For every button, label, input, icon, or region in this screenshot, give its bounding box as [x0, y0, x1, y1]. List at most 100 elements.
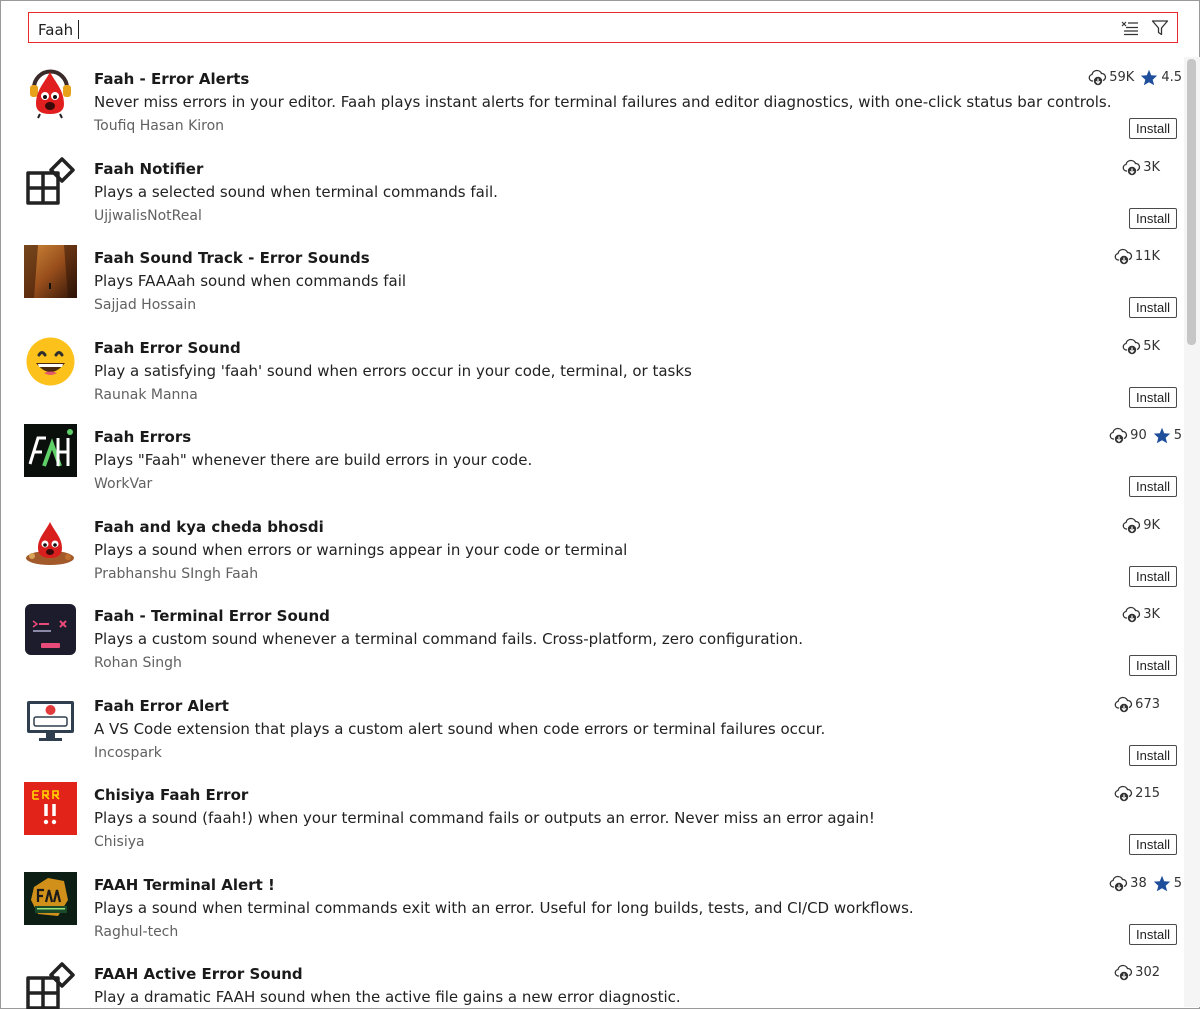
rating: 4.5: [1140, 69, 1182, 86]
extension-publisher[interactable]: Toufiq Hasan Kiron: [94, 118, 224, 134]
extension-description: Plays a selected sound when terminal com…: [94, 182, 498, 201]
install-button[interactable]: Install: [1129, 565, 1177, 587]
cloud-download-icon: [1114, 964, 1133, 981]
cloud-download-icon: [1122, 159, 1141, 175]
filter-icon[interactable]: [1150, 18, 1170, 38]
install-button[interactable]: Install: [1129, 834, 1177, 855]
extension-item[interactable]: Faah - Terminal Error Sound Plays a custo…: [0, 592, 1182, 682]
download-count-value: 3K: [1143, 159, 1160, 175]
extension-name: Faah and kya cheda bhosdi: [94, 517, 324, 536]
extension-description: Plays a sound when errors or warnings ap…: [94, 540, 628, 559]
extension-item[interactable]: Faah Error Sound Play a satisfying 'faah'…: [0, 324, 1182, 414]
extension-item[interactable]: Faah Notifier Plays a selected sound when…: [0, 145, 1182, 235]
download-count: 11K: [1114, 248, 1160, 265]
search-tools: [1120, 18, 1170, 38]
extension-item[interactable]: Chisiya Faah Error Plays a sound (faah!) …: [0, 771, 1182, 861]
error-monitor-icon: [24, 693, 77, 746]
extension-stats: 215: [1114, 785, 1160, 802]
install-button[interactable]: Install: [1129, 655, 1177, 676]
download-count: 59K: [1088, 69, 1134, 86]
install-button[interactable]: Install: [1129, 386, 1177, 408]
extension-stats: 11K: [1114, 248, 1160, 265]
download-count: 3K: [1122, 606, 1160, 623]
extension-description: Plays "Faah" whenever there are build er…: [94, 451, 533, 469]
cloud-download-icon: [1109, 875, 1128, 891]
download-count-value: 9K: [1143, 517, 1160, 533]
extension-list: Faah - Error Alerts Never miss errors in …: [0, 55, 1182, 1009]
extension-name: Faah Notifier: [94, 159, 204, 178]
extension-publisher[interactable]: Chisiya: [94, 834, 145, 850]
extension-name: Faah Error Sound: [94, 338, 241, 357]
extension-description: Never miss errors in your editor. Faah p…: [94, 93, 1112, 111]
extension-item[interactable]: Faah and kya cheda bhosdi Plays a sound w…: [0, 503, 1182, 593]
extension-name: Faah - Error Alerts: [94, 70, 250, 88]
extension-publisher[interactable]: Raunak Manna: [94, 387, 198, 403]
red-mascot-headphones-icon: [24, 66, 77, 119]
extension-name: Faah Sound Track - Error Sounds: [94, 249, 370, 267]
rating-value: 5: [1173, 428, 1182, 443]
install-button[interactable]: Install: [1129, 923, 1177, 945]
download-count-value: 215: [1135, 786, 1160, 801]
rating-value: 5: [1173, 875, 1182, 891]
extension-publisher[interactable]: Sajjad Hossain: [94, 297, 196, 313]
red-mascot-icon: [24, 514, 77, 567]
extension-publisher[interactable]: Prabhanshu SIngh Faah: [94, 566, 258, 582]
cloud-download-icon: [1122, 606, 1141, 623]
extension-stats: 59K 4.5: [1088, 69, 1182, 86]
download-count: 3K: [1122, 159, 1160, 176]
cloud-download-icon: [1122, 517, 1141, 533]
download-count-value: 90: [1130, 428, 1147, 443]
extension-name: Faah Errors: [94, 428, 192, 446]
extension-stats: 9K: [1122, 517, 1160, 534]
download-count: 90: [1109, 427, 1147, 444]
download-count-value: 3K: [1143, 607, 1160, 622]
extension-item[interactable]: FAAH Active Error Sound Play a dramatic F…: [0, 950, 1182, 1009]
sunset-canyon-icon: [24, 245, 77, 298]
install-button[interactable]: Install: [1129, 297, 1177, 318]
extension-publisher[interactable]: Rohan Singh: [94, 655, 182, 671]
download-count-value: 38: [1130, 875, 1147, 891]
install-button[interactable]: Install: [1129, 744, 1177, 766]
terminal-icon: [24, 603, 77, 656]
extension-publisher[interactable]: UjjwalisNotReal: [94, 208, 202, 224]
extension-item[interactable]: FAAH Terminal Alert ! Plays a sound when …: [0, 861, 1182, 951]
extension-item[interactable]: Faah Errors Plays "Faah" whenever there a…: [0, 413, 1182, 503]
star-icon: [1153, 427, 1170, 444]
install-button[interactable]: Install: [1129, 476, 1177, 497]
extension-stats: 3K: [1122, 606, 1160, 623]
extension-publisher[interactable]: Incospark: [94, 745, 162, 761]
rating: 5: [1153, 875, 1182, 892]
rating: 5: [1153, 427, 1182, 444]
download-count-value: 5K: [1143, 338, 1160, 354]
download-count: 38: [1109, 875, 1147, 892]
cloud-download-icon: [1109, 427, 1128, 444]
extension-publisher[interactable]: WorkVar: [94, 476, 152, 492]
extension-stats: 5K: [1122, 338, 1160, 355]
install-button[interactable]: Install: [1129, 118, 1177, 139]
text-caret: [78, 20, 80, 39]
extension-stats: 3K: [1122, 159, 1160, 176]
download-count-value: 302: [1135, 965, 1160, 980]
extension-description: Plays FAAAah sound when commands fail: [94, 272, 407, 290]
download-count: 5K: [1122, 338, 1160, 355]
search-input[interactable]: Faah: [38, 20, 80, 39]
extension-name: Chisiya Faah Error: [94, 786, 249, 804]
install-button[interactable]: Install: [1129, 207, 1177, 229]
clear-filter-icon[interactable]: [1120, 18, 1140, 38]
extension-description: Plays a sound (faah!) when your terminal…: [94, 809, 875, 827]
extension-item[interactable]: Faah - Error Alerts Never miss errors in …: [0, 55, 1182, 145]
extension-stats: 38 5: [1109, 875, 1182, 892]
extension-publisher[interactable]: Raghul-tech: [94, 924, 178, 940]
cloud-download-icon: [1114, 696, 1133, 712]
extension-item[interactable]: Faah Error Alert A VS Code extension that…: [0, 682, 1182, 772]
scrollbar-thumb[interactable]: [1187, 59, 1196, 345]
extension-search-box[interactable]: Faah: [28, 12, 1178, 43]
extension-item[interactable]: Faah Sound Track - Error Sounds Plays FAA…: [0, 234, 1182, 324]
faah-terminal-alert-icon: [24, 871, 77, 925]
star-icon: [1141, 69, 1158, 86]
extension-description: A VS Code extension that plays a custom …: [94, 719, 826, 738]
rating-value: 4.5: [1161, 70, 1182, 85]
default-extension-icon: [24, 156, 77, 209]
grinning-face-icon: [24, 335, 77, 388]
faah-logo-icon: [24, 424, 77, 477]
